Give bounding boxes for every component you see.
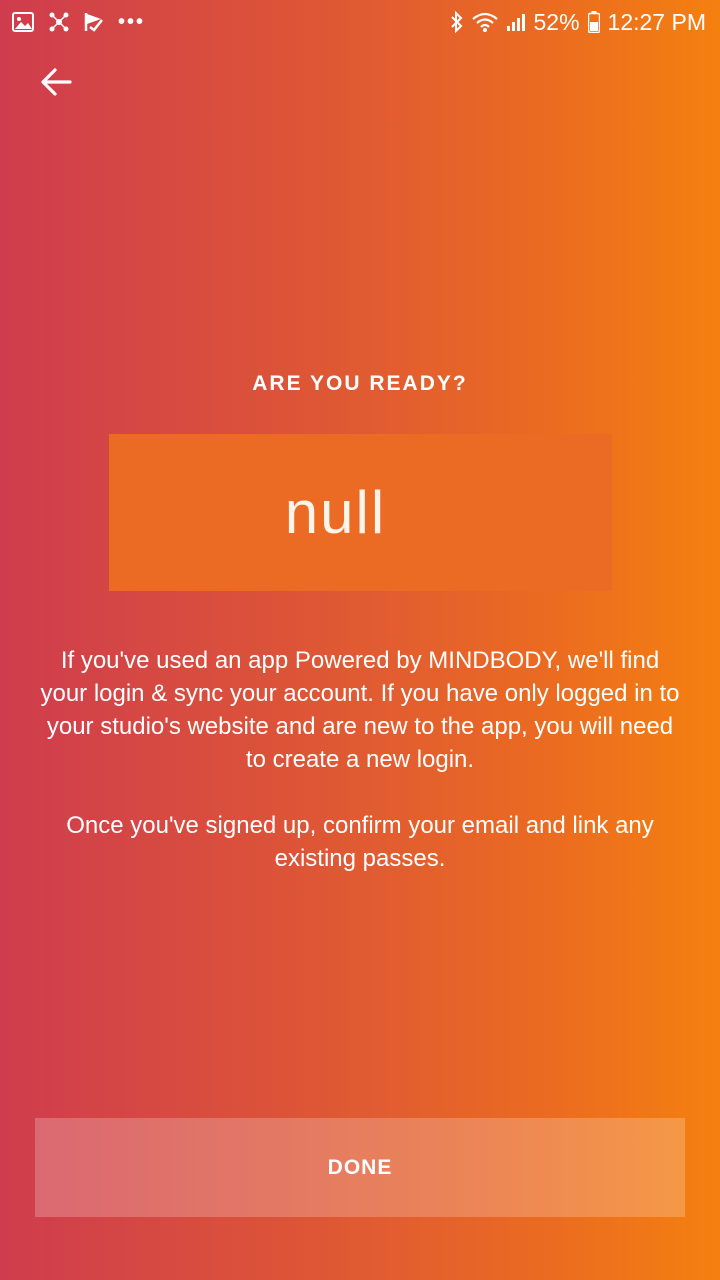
page-title: ARE YOU READY? [252,372,468,395]
status-bar: ••• 52% 12:27 PM [0,0,720,44]
battery-percent: 52% [533,8,580,35]
wifi-icon [471,11,498,33]
more-dots-icon: ••• [118,10,146,33]
gallery-icon [12,12,34,32]
back-button[interactable] [32,60,80,108]
bluetooth-icon [450,11,464,33]
flag-icon [84,11,104,33]
signal-icon [506,12,526,32]
clock: 12:27 PM [607,8,706,35]
name-display-box: null [109,434,612,591]
battery-icon [587,11,600,33]
info-paragraph-1: If you've used an app Powered by MINDBOD… [40,647,680,773]
app-icon [48,11,70,33]
status-bar-left: ••• [12,11,159,34]
info-paragraph-2: Once you've signed up, confirm your emai… [66,812,654,872]
arrow-left-icon [40,67,72,101]
done-button[interactable]: DONE [35,1118,685,1217]
done-button-label: DONE [327,1155,393,1179]
info-text: If you've used an app Powered by MINDBOD… [36,644,684,875]
name-value: null [284,479,387,546]
status-bar-right: 52% 12:27 PM [442,8,706,36]
